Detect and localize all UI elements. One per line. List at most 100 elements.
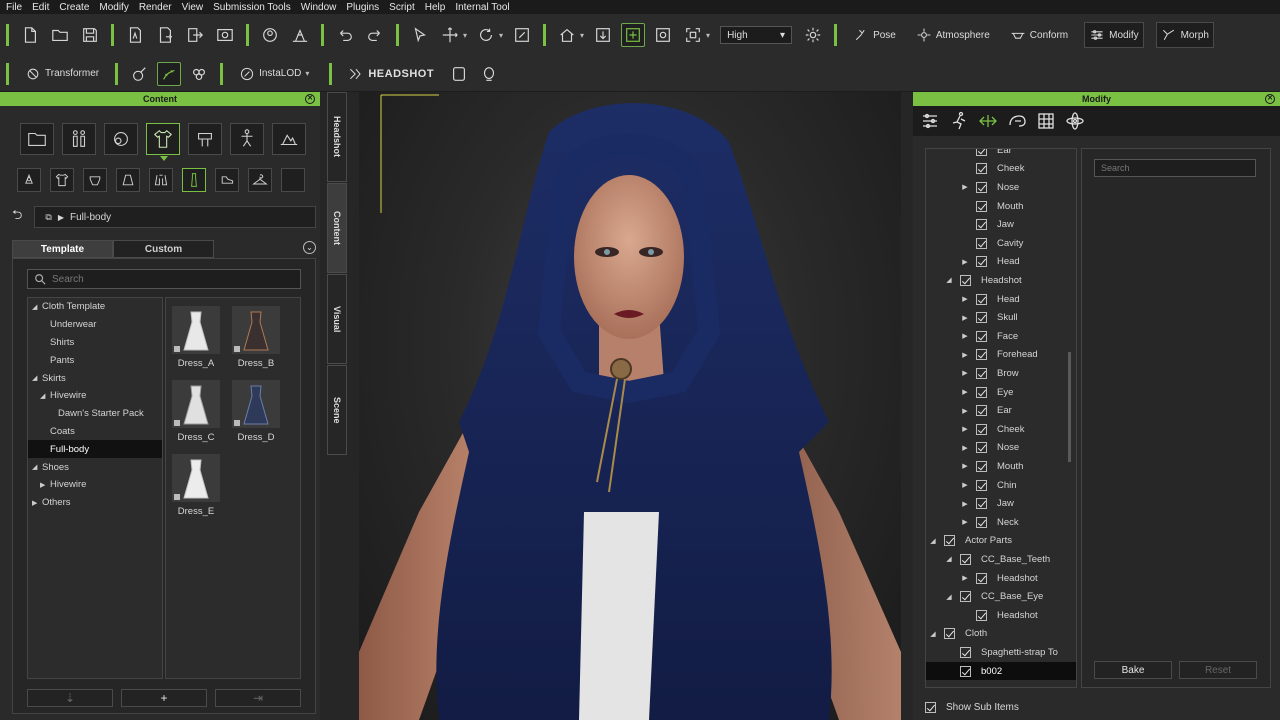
modify-tree-item[interactable]: ▶ Brow [926,364,1076,383]
triangle-down-icon[interactable]: ◢ [32,463,40,471]
triangle-right-icon[interactable]: ▶ [960,574,970,582]
motion-category-icon[interactable] [230,123,264,155]
menu-item-internal-tool[interactable]: Internal Tool [455,2,509,13]
menu-item-file[interactable]: File [6,2,22,13]
triangle-down-icon[interactable]: ◢ [32,374,40,382]
modify-tree-item[interactable]: ▶ Nose [926,178,1076,197]
chevron-down-icon[interactable]: ⌄ [303,241,316,254]
atom-tab-icon[interactable] [1062,108,1088,134]
triangle-right-icon[interactable]: ▶ [960,481,970,489]
tree-item[interactable]: ▶ Hivewire [28,476,162,494]
character-icon[interactable] [258,23,282,47]
render-preview-icon[interactable] [213,23,237,47]
select-arrow-icon[interactable] [408,23,432,47]
modify-tree-item[interactable]: ▶ Head [926,253,1076,272]
menu-item-submission-tools[interactable]: Submission Tools [213,2,291,13]
modify-tree-item[interactable]: ▶ Nose [926,439,1076,458]
toolbar-grip[interactable] [115,62,119,85]
download-button[interactable]: ⇣ [27,689,113,707]
headshot-generate-icon[interactable] [447,62,471,86]
triangle-right-icon[interactable]: ▶ [960,407,970,415]
visibility-checkbox[interactable] [976,479,987,491]
jacket-icon[interactable] [149,168,173,192]
triangle-right-icon[interactable]: ▶ [960,462,970,470]
modify-tree-item[interactable]: ▶ Skull [926,308,1076,327]
triangle-down-icon[interactable]: ◢ [32,303,40,311]
tree-item[interactable]: Coats [28,423,162,441]
tree-item[interactable]: Pants [28,351,162,369]
tree-item[interactable]: Shirts [28,334,162,352]
cloth-category-icon[interactable] [146,123,180,155]
visibility-checkbox[interactable] [976,237,987,249]
triangle-down-icon[interactable]: ◢ [944,555,954,563]
triangle-right-icon[interactable]: ▶ [960,500,970,508]
toolbar-grip[interactable] [246,24,249,46]
modify-tree-item[interactable]: ▶ Mouth [926,457,1076,476]
modify-tree-item[interactable]: ▶ Forehead [926,346,1076,365]
morph-button[interactable]: Morph [1155,22,1214,48]
send-icon[interactable] [183,23,207,47]
triangle-right-icon[interactable]: ▶ [960,183,970,191]
triangle-down-icon[interactable]: ◢ [928,537,938,545]
import-icon[interactable] [123,23,147,47]
tree-item[interactable]: Full-body [28,440,162,459]
triangle-down-icon[interactable]: ◢ [944,276,954,284]
attribute-tab-icon[interactable] [975,108,1001,134]
menu-item-modify[interactable]: Modify [99,2,128,13]
quality-dropdown[interactable]: High ▾ [720,26,793,44]
visibility-checkbox[interactable] [960,665,971,677]
menu-item-plugins[interactable]: Plugins [346,2,379,13]
visibility-checkbox[interactable] [976,386,987,398]
edit-mesh-icon[interactable] [127,62,151,86]
modify-tree-item[interactable]: ▶ Cheek [926,420,1076,439]
tab-template[interactable]: Template [12,240,113,258]
visibility-checkbox[interactable] [976,219,987,231]
visibility-checkbox[interactable] [976,163,987,175]
instalod-button[interactable]: InstaLOD ▾ [235,61,317,87]
triangle-down-icon[interactable]: ◢ [928,630,938,638]
export-file-icon[interactable] [153,23,177,47]
scrollbar[interactable] [1068,352,1071,462]
visibility-checkbox[interactable] [960,591,971,603]
tree-item[interactable]: ▶ Others [28,494,162,512]
conform-button[interactable]: Conform [1006,22,1072,48]
visibility-checkbox[interactable] [976,312,987,324]
frame-icon[interactable] [681,23,705,47]
full-body-dress-icon[interactable] [182,168,206,192]
materials-category-icon[interactable] [104,123,138,155]
scene-category-icon[interactable] [272,123,306,155]
modify-tree-item[interactable]: ▶ Eye [926,383,1076,402]
home-dropdown-caret[interactable]: ▾ [580,31,584,40]
skirt-icon[interactable] [116,168,140,192]
underwear-icon[interactable] [83,168,107,192]
side-tab-headshot[interactable]: Headshot [327,92,347,182]
characters-category-icon[interactable] [62,123,96,155]
visibility-checkbox[interactable] [944,628,955,640]
redo-icon[interactable] [363,23,387,47]
dress-thumbnail[interactable]: Dress_E [172,454,220,517]
visibility-checkbox[interactable] [976,423,987,435]
visibility-checkbox[interactable] [976,460,987,472]
menu-item-view[interactable]: View [182,2,204,13]
modify-tree-item[interactable]: Ear [926,149,1076,160]
visibility-checkbox[interactable] [976,609,987,621]
modify-tree-item[interactable]: ▶ Jaw [926,494,1076,513]
toolbar-grip[interactable] [321,24,324,46]
camera-pick-icon[interactable] [651,23,675,47]
modify-tree-item[interactable]: ◢ Cloth [926,625,1076,644]
triangle-right-icon[interactable]: ▶ [960,425,970,433]
empty-slot-icon[interactable] [281,168,305,192]
visibility-checkbox[interactable] [976,293,987,305]
triangle-right-icon[interactable]: ▶ [32,499,40,507]
toolbar-grip[interactable] [6,24,9,46]
transformer-button[interactable]: Transformer [21,61,103,87]
modify-search-input[interactable]: Search [1094,159,1256,177]
menu-item-create[interactable]: Create [59,2,89,13]
tree-item[interactable]: ◢ Hivewire [28,387,162,405]
side-tab-content[interactable]: Content [327,183,347,273]
breadcrumb[interactable]: ⧉ ▶ Full-body [34,206,316,228]
triangle-right-icon[interactable]: ▶ [960,295,970,303]
modify-tree-item[interactable]: ▶ Ear [926,401,1076,420]
show-sub-items-toggle[interactable]: Show Sub Items [925,702,1019,713]
visibility-checkbox[interactable] [976,149,987,156]
